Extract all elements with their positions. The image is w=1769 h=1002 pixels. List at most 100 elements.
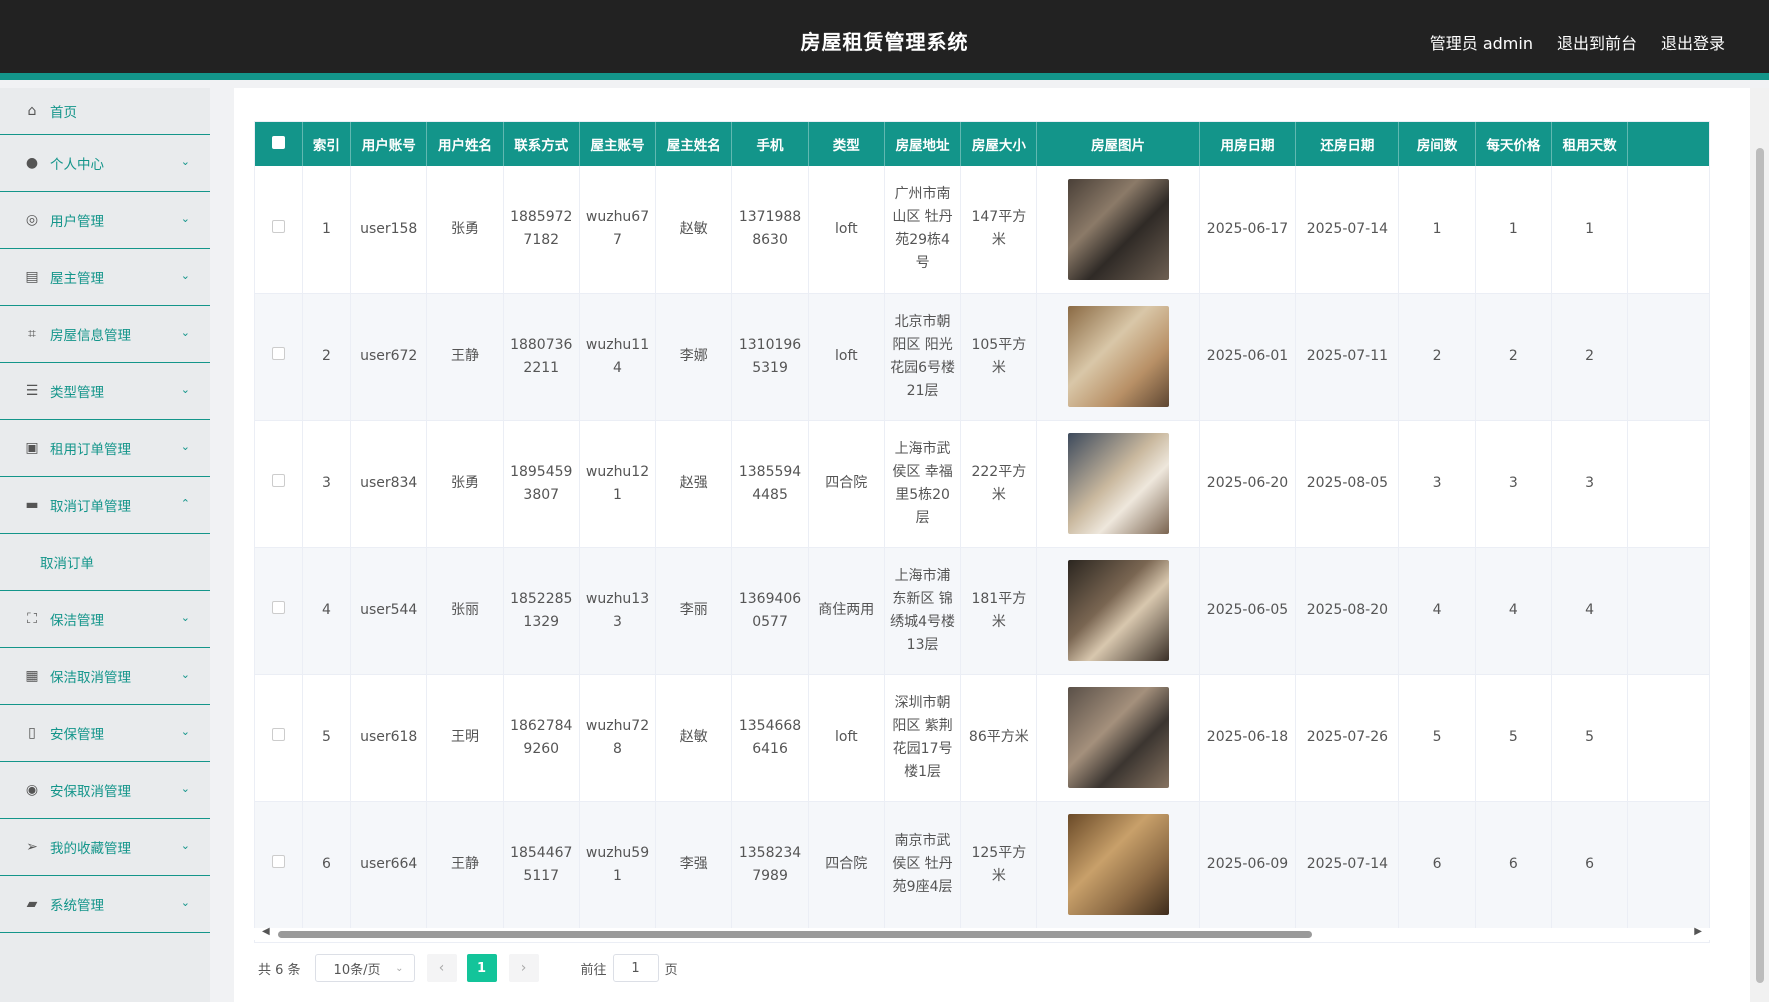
- sidebar-item-favorites[interactable]: ➢ 我的收藏管理 ⌄: [0, 819, 210, 876]
- table-row[interactable]: 3 user834 张勇 18954593807 wuzhu121 赵强 138559444…: [255, 420, 1709, 548]
- column-header-overflow: [1627, 122, 1709, 166]
- header-actions: 管理员 admin 退出到前台 退出登录: [1430, 30, 1725, 54]
- sidebar-subitem-cancel-order[interactable]: 取消订单: [0, 534, 210, 591]
- row-select[interactable]: [255, 420, 303, 548]
- row-checkbox[interactable]: [271, 728, 285, 741]
- cell-end: 2025-08-05: [1295, 420, 1400, 548]
- cell-rooms: 4: [1398, 547, 1476, 675]
- cell-photo: [1036, 420, 1200, 548]
- house-photo[interactable]: [1067, 306, 1169, 407]
- main-content: 索引 用户账号 用户姓名 联系方式 屋主账号 屋主姓名 手机 类型 房屋地址 房…: [234, 88, 1750, 1002]
- select-all-checkbox[interactable]: [271, 135, 285, 149]
- admin-label: 管理员 admin: [1429, 34, 1533, 53]
- cell-user-name: 王静: [426, 293, 504, 421]
- sidebar-item-cancel-orders[interactable]: ▬ 取消订单管理 ⌃: [0, 477, 210, 534]
- cell-user-name: 张勇: [426, 420, 504, 548]
- cell-overflow: [1627, 166, 1709, 294]
- horizontal-scrollbar[interactable]: ◀ ▶: [254, 926, 1710, 940]
- row-checkbox[interactable]: [271, 219, 285, 233]
- table-row[interactable]: 2 user672 王静 18807362211 wuzhu114 李娜 131019653…: [255, 293, 1709, 421]
- column-header: 每天价格: [1475, 122, 1552, 166]
- cell-owner-name: 李丽: [655, 547, 733, 675]
- select-all-header[interactable]: [255, 122, 303, 166]
- cell-user-account: user544: [350, 547, 428, 675]
- scrollbar-thumb[interactable]: [1756, 148, 1764, 983]
- cell-photo: [1036, 674, 1200, 802]
- cell-phone: 13582347989: [731, 801, 809, 929]
- sidebar-item-owner-management[interactable]: ▤ 屋主管理 ⌄: [0, 249, 210, 306]
- briefcase-icon: ▦: [25, 668, 39, 684]
- row-checkbox[interactable]: [271, 855, 285, 868]
- cell-type: loft: [808, 674, 885, 802]
- row-checkbox[interactable]: [271, 474, 285, 487]
- house-photo[interactable]: [1067, 687, 1169, 788]
- row-select[interactable]: [255, 166, 303, 294]
- clipboard-icon: ▤: [25, 269, 39, 285]
- table-row[interactable]: 6 user664 王静 18544675117 wuzhu591 李强 135823479…: [255, 801, 1709, 929]
- house-photo[interactable]: [1067, 560, 1169, 661]
- column-header: 类型: [808, 122, 885, 166]
- cell-index: 4: [302, 547, 352, 675]
- row-select[interactable]: [255, 674, 303, 802]
- sidebar-item-personal-center[interactable]: ● 个人中心 ⌄: [0, 135, 210, 192]
- fullscreen-icon: ⛶: [27, 611, 37, 627]
- cell-index: 3: [302, 420, 352, 548]
- sidebar-item-system[interactable]: ▰ 系统管理 ⌄: [0, 876, 210, 933]
- scrollbar-thumb[interactable]: [278, 931, 1312, 938]
- row-select[interactable]: [255, 547, 303, 675]
- sidebar-item-rental-orders[interactable]: ▣ 租用订单管理 ⌄: [0, 420, 210, 477]
- table-row[interactable]: 1 user158 张勇 18859727182 wuzhu677 赵敏 137198886…: [255, 166, 1709, 294]
- vertical-scrollbar[interactable]: [1750, 88, 1769, 1002]
- cell-size: 86平方米: [960, 674, 1038, 802]
- cell-owner-account: wuzhu677: [579, 166, 657, 294]
- sidebar-item-security[interactable]: ▯ 安保管理 ⌄: [0, 705, 210, 762]
- row-select[interactable]: [255, 801, 303, 929]
- cell-phone: 13719888630: [731, 166, 809, 294]
- cell-overflow: [1627, 420, 1709, 548]
- sidebar-item-type-management[interactable]: ☰ 类型管理 ⌄: [0, 363, 210, 420]
- cell-type: 四合院: [808, 420, 885, 548]
- table-row[interactable]: 5 user618 王明 18627849260 wuzhu728 赵敏 135466864…: [255, 674, 1709, 802]
- column-header: 屋主账号: [579, 122, 657, 166]
- sidebar-item-cleaning[interactable]: ⛶ 保洁管理 ⌄: [0, 591, 210, 648]
- sidebar-item-home[interactable]: ⌂ 首页: [0, 88, 210, 135]
- column-header: 联系方式: [503, 122, 580, 166]
- house-photo[interactable]: [1067, 814, 1169, 915]
- cell-price: 5: [1475, 674, 1552, 802]
- cell-contact: 18627849260: [503, 674, 580, 802]
- scroll-right-icon[interactable]: ▶: [1694, 926, 1702, 937]
- row-checkbox[interactable]: [271, 347, 285, 360]
- next-page-button[interactable]: ›: [508, 954, 539, 982]
- cell-address: 上海市武侯区 幸福里5栋20层: [884, 420, 962, 548]
- cell-size: 222平方米: [960, 420, 1038, 548]
- logout-link[interactable]: 退出登录: [1661, 30, 1725, 54]
- exit-to-front-link[interactable]: 退出到前台: [1557, 30, 1637, 54]
- cell-owner-name: 赵强: [655, 420, 733, 548]
- cell-days: 6: [1551, 801, 1629, 929]
- cell-index: 5: [302, 674, 352, 802]
- house-photo[interactable]: [1067, 433, 1169, 534]
- cancel-icon: ▬: [25, 497, 39, 513]
- cell-user-account: user158: [350, 166, 428, 294]
- mobile-icon: ▯: [28, 725, 36, 741]
- cell-days: 1: [1551, 166, 1629, 294]
- sidebar-item-user-management[interactable]: ◎ 用户管理 ⌄: [0, 192, 210, 249]
- home-icon: ⌂: [27, 103, 37, 119]
- prev-page-button[interactable]: ‹: [426, 954, 457, 982]
- cell-start: 2025-06-18: [1199, 674, 1297, 802]
- goto-page-input[interactable]: 1: [612, 954, 659, 982]
- cell-phone: 13101965319: [731, 293, 809, 421]
- page-size-select[interactable]: 10条/页 ⌄: [314, 954, 415, 982]
- page-number-button[interactable]: 1: [466, 954, 497, 982]
- sidebar-item-label: 个人中心: [50, 157, 104, 173]
- table-row[interactable]: 4 user544 张丽 18522851329 wuzhu133 李丽 136940605…: [255, 547, 1709, 675]
- house-photo[interactable]: [1067, 178, 1169, 280]
- row-select[interactable]: [255, 293, 303, 421]
- sidebar-item-house-info[interactable]: ⌗ 房屋信息管理 ⌄: [0, 306, 210, 363]
- scroll-left-icon[interactable]: ◀: [262, 926, 270, 937]
- sidebar-item-cleaning-cancel[interactable]: ▦ 保洁取消管理 ⌄: [0, 648, 210, 705]
- cell-owner-account: wuzhu591: [579, 801, 657, 929]
- sidebar-item-security-cancel[interactable]: ◉ 安保取消管理 ⌄: [0, 762, 210, 819]
- row-checkbox[interactable]: [271, 601, 285, 614]
- goto-label: 前往: [580, 962, 607, 978]
